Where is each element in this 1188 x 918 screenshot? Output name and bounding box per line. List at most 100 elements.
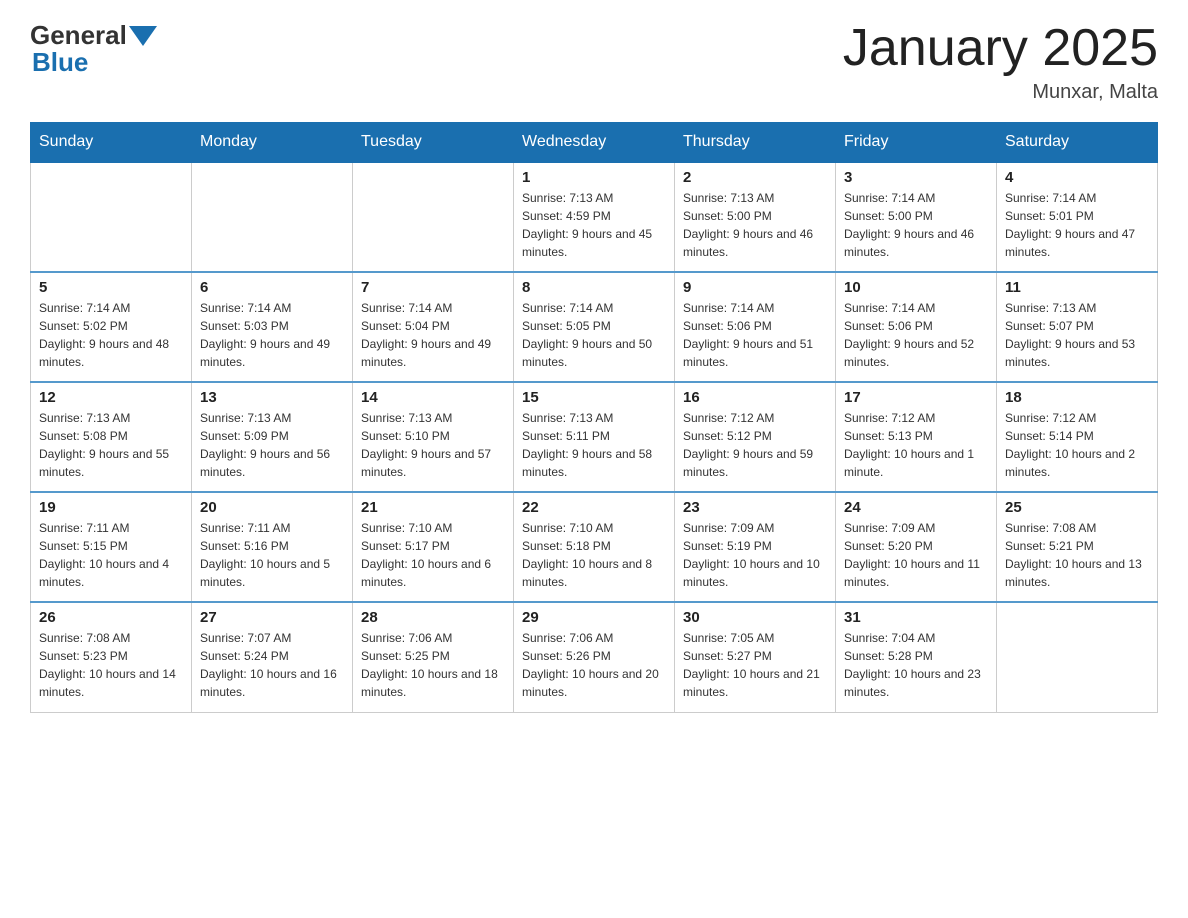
day-info: Sunrise: 7:13 AMSunset: 5:00 PMDaylight:…	[683, 189, 827, 261]
calendar-cell: 7 Sunrise: 7:14 AMSunset: 5:04 PMDaylight…	[353, 272, 514, 382]
day-number: 10	[844, 279, 988, 296]
calendar-week-row: 1Sunrise: 7:13 AMSunset: 4:59 PMDaylight…	[31, 162, 1158, 272]
calendar-cell: 20 Sunrise: 7:11 AMSunset: 5:16 PMDayligh…	[192, 492, 353, 602]
logo: General Blue	[30, 20, 157, 78]
calendar-cell: 21Sunrise: 7:10 AMSunset: 5:17 PMDayligh…	[353, 492, 514, 602]
calendar-cell: 12 Sunrise: 7:13 AMSunset: 5:08 PMDayligh…	[31, 382, 192, 492]
day-number: 26	[39, 609, 183, 626]
day-info: Sunrise: 7:14 AMSunset: 5:06 PMDaylight:…	[844, 299, 988, 371]
calendar-cell: 19 Sunrise: 7:11 AMSunset: 5:15 PMDayligh…	[31, 492, 192, 602]
day-info: Sunrise: 7:04 AMSunset: 5:28 PMDaylight:…	[844, 629, 988, 701]
day-info: Sunrise: 7:12 AMSunset: 5:13 PMDaylight:…	[844, 409, 988, 481]
title-area: January 2025 Munxar, Malta	[843, 20, 1158, 104]
day-number: 23	[683, 499, 827, 516]
calendar-cell: 4 Sunrise: 7:14 AMSunset: 5:01 PMDaylight…	[997, 162, 1158, 272]
calendar-week-row: 12 Sunrise: 7:13 AMSunset: 5:08 PMDayligh…	[31, 382, 1158, 492]
calendar-cell: 25 Sunrise: 7:08 AMSunset: 5:21 PMDayligh…	[997, 492, 1158, 602]
day-number: 30	[683, 609, 827, 626]
day-info: Sunrise: 7:14 AMSunset: 5:02 PMDaylight:…	[39, 299, 183, 371]
day-header-wednesday: Wednesday	[514, 123, 675, 163]
calendar-cell: 5 Sunrise: 7:14 AMSunset: 5:02 PMDaylight…	[31, 272, 192, 382]
calendar-cell: 17 Sunrise: 7:12 AMSunset: 5:13 PMDayligh…	[836, 382, 997, 492]
calendar-cell: 10 Sunrise: 7:14 AMSunset: 5:06 PMDayligh…	[836, 272, 997, 382]
day-number: 19	[39, 499, 183, 516]
day-number: 17	[844, 389, 988, 406]
calendar-cell: 11 Sunrise: 7:13 AMSunset: 5:07 PMDayligh…	[997, 272, 1158, 382]
calendar-cell	[31, 162, 192, 272]
day-info: Sunrise: 7:09 AMSunset: 5:19 PMDaylight:…	[683, 519, 827, 591]
calendar-cell: 15Sunrise: 7:13 AMSunset: 5:11 PMDayligh…	[514, 382, 675, 492]
day-header-friday: Friday	[836, 123, 997, 163]
day-info: Sunrise: 7:14 AMSunset: 5:00 PMDaylight:…	[844, 189, 988, 261]
day-info: Sunrise: 7:13 AMSunset: 5:07 PMDaylight:…	[1005, 299, 1149, 371]
day-info: Sunrise: 7:11 AMSunset: 5:15 PMDaylight:…	[39, 519, 183, 591]
day-info: Sunrise: 7:08 AMSunset: 5:21 PMDaylight:…	[1005, 519, 1149, 591]
day-header-sunday: Sunday	[31, 123, 192, 163]
day-number: 7	[361, 279, 505, 296]
calendar-cell	[353, 162, 514, 272]
day-info: Sunrise: 7:14 AMSunset: 5:03 PMDaylight:…	[200, 299, 344, 371]
calendar-cell: 16Sunrise: 7:12 AMSunset: 5:12 PMDayligh…	[675, 382, 836, 492]
calendar-cell: 9 Sunrise: 7:14 AMSunset: 5:06 PMDaylight…	[675, 272, 836, 382]
calendar-week-row: 26 Sunrise: 7:08 AMSunset: 5:23 PMDayligh…	[31, 602, 1158, 712]
day-number: 16	[683, 389, 827, 406]
day-number: 25	[1005, 499, 1149, 516]
day-number: 9	[683, 279, 827, 296]
day-number: 27	[200, 609, 344, 626]
day-header-saturday: Saturday	[997, 123, 1158, 163]
calendar-cell: 31 Sunrise: 7:04 AMSunset: 5:28 PMDayligh…	[836, 602, 997, 712]
calendar-cell: 24Sunrise: 7:09 AMSunset: 5:20 PMDayligh…	[836, 492, 997, 602]
calendar-cell: 6 Sunrise: 7:14 AMSunset: 5:03 PMDaylight…	[192, 272, 353, 382]
day-info: Sunrise: 7:07 AMSunset: 5:24 PMDaylight:…	[200, 629, 344, 701]
calendar-cell: 2 Sunrise: 7:13 AMSunset: 5:00 PMDaylight…	[675, 162, 836, 272]
day-info: Sunrise: 7:11 AMSunset: 5:16 PMDaylight:…	[200, 519, 344, 591]
day-number: 31	[844, 609, 988, 626]
day-info: Sunrise: 7:14 AMSunset: 5:06 PMDaylight:…	[683, 299, 827, 371]
day-info: Sunrise: 7:13 AMSunset: 5:08 PMDaylight:…	[39, 409, 183, 481]
day-info: Sunrise: 7:10 AMSunset: 5:18 PMDaylight:…	[522, 519, 666, 591]
day-number: 1	[522, 169, 666, 186]
calendar-table: SundayMondayTuesdayWednesdayThursdayFrid…	[30, 122, 1158, 713]
day-info: Sunrise: 7:12 AMSunset: 5:14 PMDaylight:…	[1005, 409, 1149, 481]
calendar-cell: 18 Sunrise: 7:12 AMSunset: 5:14 PMDayligh…	[997, 382, 1158, 492]
day-number: 18	[1005, 389, 1149, 406]
calendar-header-row: SundayMondayTuesdayWednesdayThursdayFrid…	[31, 123, 1158, 163]
calendar-cell: 3 Sunrise: 7:14 AMSunset: 5:00 PMDaylight…	[836, 162, 997, 272]
day-number: 8	[522, 279, 666, 296]
day-number: 29	[522, 609, 666, 626]
day-number: 21	[361, 499, 505, 516]
calendar-cell: 26 Sunrise: 7:08 AMSunset: 5:23 PMDayligh…	[31, 602, 192, 712]
day-number: 15	[522, 389, 666, 406]
page-title: January 2025	[843, 20, 1158, 77]
day-header-thursday: Thursday	[675, 123, 836, 163]
day-info: Sunrise: 7:06 AMSunset: 5:26 PMDaylight:…	[522, 629, 666, 701]
calendar-cell: 28Sunrise: 7:06 AMSunset: 5:25 PMDayligh…	[353, 602, 514, 712]
day-number: 5	[39, 279, 183, 296]
calendar-cell: 27 Sunrise: 7:07 AMSunset: 5:24 PMDayligh…	[192, 602, 353, 712]
day-number: 4	[1005, 169, 1149, 186]
day-number: 11	[1005, 279, 1149, 296]
calendar-cell	[192, 162, 353, 272]
day-number: 20	[200, 499, 344, 516]
day-info: Sunrise: 7:05 AMSunset: 5:27 PMDaylight:…	[683, 629, 827, 701]
day-number: 3	[844, 169, 988, 186]
day-number: 12	[39, 389, 183, 406]
day-info: Sunrise: 7:14 AMSunset: 5:04 PMDaylight:…	[361, 299, 505, 371]
calendar-cell: 30 Sunrise: 7:05 AMSunset: 5:27 PMDayligh…	[675, 602, 836, 712]
day-header-monday: Monday	[192, 123, 353, 163]
calendar-week-row: 5 Sunrise: 7:14 AMSunset: 5:02 PMDaylight…	[31, 272, 1158, 382]
day-number: 2	[683, 169, 827, 186]
day-number: 28	[361, 609, 505, 626]
calendar-cell: 22Sunrise: 7:10 AMSunset: 5:18 PMDayligh…	[514, 492, 675, 602]
day-info: Sunrise: 7:14 AMSunset: 5:01 PMDaylight:…	[1005, 189, 1149, 261]
day-info: Sunrise: 7:13 AMSunset: 5:09 PMDaylight:…	[200, 409, 344, 481]
logo-triangle-icon	[129, 20, 157, 48]
day-info: Sunrise: 7:08 AMSunset: 5:23 PMDaylight:…	[39, 629, 183, 701]
calendar-week-row: 19 Sunrise: 7:11 AMSunset: 5:15 PMDayligh…	[31, 492, 1158, 602]
calendar-cell: 23 Sunrise: 7:09 AMSunset: 5:19 PMDayligh…	[675, 492, 836, 602]
calendar-cell: 8Sunrise: 7:14 AMSunset: 5:05 PMDaylight…	[514, 272, 675, 382]
calendar-cell: 14Sunrise: 7:13 AMSunset: 5:10 PMDayligh…	[353, 382, 514, 492]
day-number: 14	[361, 389, 505, 406]
calendar-cell	[997, 602, 1158, 712]
day-number: 6	[200, 279, 344, 296]
